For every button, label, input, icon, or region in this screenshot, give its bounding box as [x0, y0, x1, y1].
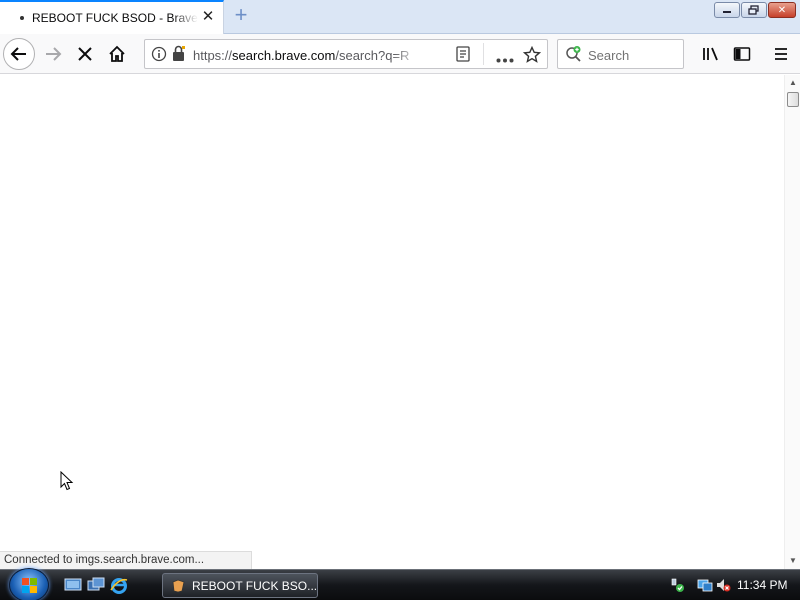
clock[interactable]: 11:34 PM: [737, 578, 787, 592]
stop-icon[interactable]: [69, 38, 101, 70]
screen: REBOOT FUCK BSOD - Brave Se ✕ + ✕ https:…: [0, 0, 800, 600]
taskbar-button-browser[interactable]: REBOOT FUCK BSO...: [162, 573, 318, 598]
url-text: https://search.brave.com/search?q=R: [193, 48, 410, 63]
navigation-toolbar: https://search.brave.com/search?q=R Sear…: [0, 34, 800, 74]
lock-icon[interactable]: [171, 45, 187, 66]
home-icon[interactable]: [101, 38, 133, 70]
forward-arrow-icon[interactable]: [37, 38, 69, 70]
switch-windows-icon[interactable]: [87, 577, 105, 593]
task-label: REBOOT FUCK BSO...: [192, 578, 318, 593]
tab-title: REBOOT FUCK BSOD - Brave Se: [32, 11, 198, 25]
browser-task-icon: [171, 579, 186, 593]
page-content[interactable]: [0, 75, 784, 569]
search-bar[interactable]: Search: [557, 39, 684, 69]
info-icon[interactable]: [151, 46, 167, 65]
status-bar: Connected to imgs.search.brave.com...: [0, 551, 252, 569]
close-icon[interactable]: ✕: [768, 2, 796, 18]
page-actions-icon[interactable]: [496, 52, 514, 66]
reader-view-icon[interactable]: [456, 46, 470, 65]
show-desktop-icon[interactable]: [64, 577, 82, 593]
volume-muted-icon[interactable]: [715, 577, 731, 593]
bookmark-star-icon[interactable]: [522, 45, 542, 66]
network-icon[interactable]: [669, 577, 685, 593]
mouse-cursor-icon: [60, 470, 74, 494]
internet-explorer-icon[interactable]: [110, 577, 128, 594]
scroll-up-icon[interactable]: ▲: [789, 78, 797, 87]
scroll-down-icon[interactable]: ▼: [789, 556, 797, 565]
vertical-scrollbar[interactable]: ▲ ▼: [784, 75, 800, 569]
plus-icon[interactable]: +: [230, 4, 252, 26]
scroll-thumb[interactable]: [787, 92, 799, 107]
tab-strip: REBOOT FUCK BSOD - Brave Se ✕ + ✕: [0, 0, 800, 34]
divider: [483, 43, 484, 65]
loading-indicator-icon: [20, 16, 24, 20]
library-icon[interactable]: [695, 38, 727, 70]
display-icon[interactable]: [697, 577, 713, 593]
menu-icon[interactable]: [765, 38, 797, 70]
back-arrow-icon[interactable]: [3, 38, 35, 70]
search-input[interactable]: Search: [588, 48, 629, 63]
tab-close-icon[interactable]: ✕: [201, 9, 215, 24]
windows-start-icon[interactable]: [9, 568, 49, 600]
address-bar[interactable]: https://search.brave.com/search?q=R: [144, 39, 548, 69]
window-controls: ✕: [714, 2, 796, 18]
tab-active[interactable]: REBOOT FUCK BSOD - Brave Se ✕: [0, 0, 224, 34]
search-icon: [565, 45, 583, 66]
minimize-icon[interactable]: [714, 2, 740, 18]
restore-icon[interactable]: [741, 2, 767, 18]
sidebar-icon[interactable]: [726, 38, 758, 70]
taskbar: REBOOT FUCK BSO... 11:34 PM: [0, 568, 800, 600]
